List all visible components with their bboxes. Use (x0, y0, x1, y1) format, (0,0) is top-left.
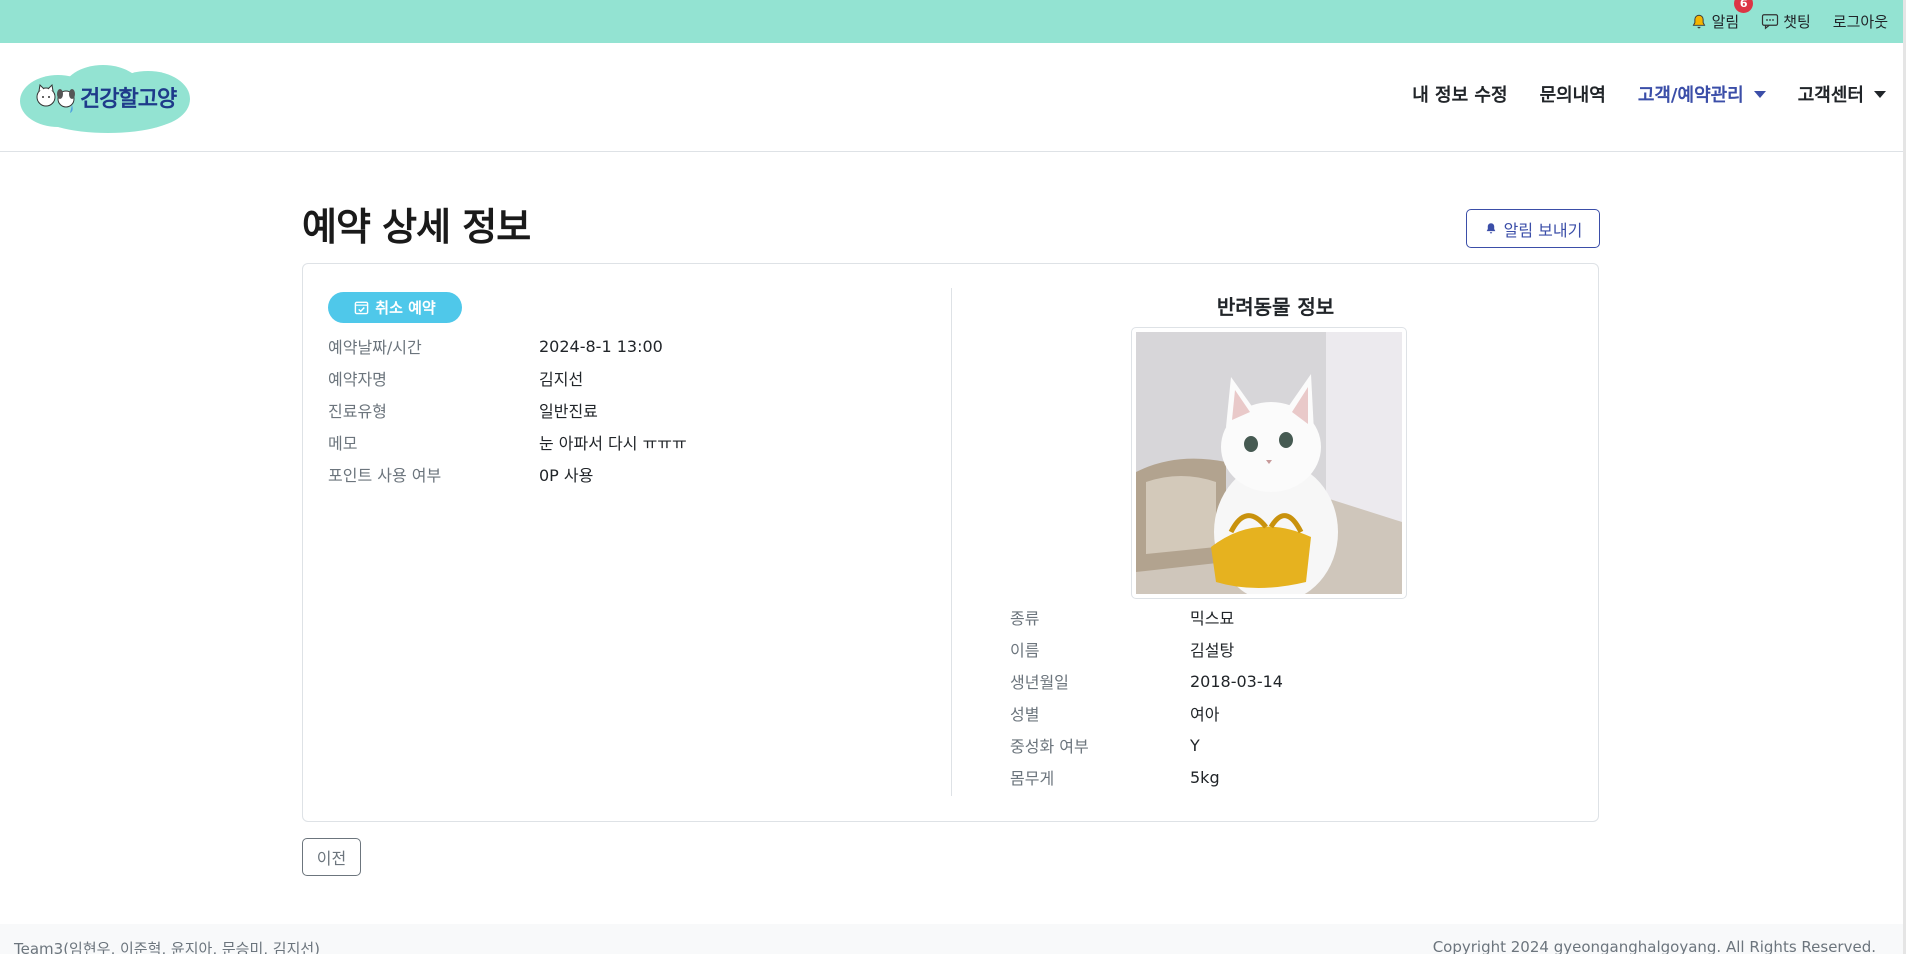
chat-label: 챗팅 (1783, 13, 1811, 31)
nav-edit-profile[interactable]: 내 정보 수정 (1412, 81, 1507, 107)
row-label: 성별 (1010, 705, 1040, 724)
row-label: 생년월일 (1010, 673, 1069, 692)
pet-info-title: 반려동물 정보 (1216, 295, 1335, 319)
logo-text: 건강할고양 (80, 87, 177, 112)
logout-link[interactable]: 로그아웃 (1833, 11, 1888, 32)
row-value: Y (1190, 735, 1200, 755)
row-label: 이름 (1010, 641, 1040, 660)
pet-row: 성별 여아 (1010, 697, 1570, 729)
column-divider (951, 288, 952, 796)
cat-photo-icon (1136, 332, 1402, 594)
row-value: 믹스묘 (1190, 609, 1235, 628)
page-title: 예약 상세 정보 (302, 205, 531, 249)
row-label: 포인트 사용 여부 (328, 466, 442, 485)
pet-photo (1131, 327, 1407, 599)
row-label: 메모 (328, 434, 358, 453)
pet-row: 중성화 여부 Y (1010, 729, 1570, 761)
main-nav: 내 정보 수정 문의내역 고객/예약관리 고객센터 (1412, 81, 1886, 107)
row-value: 눈 아파서 다시 ㅠㅠㅠ (539, 434, 687, 453)
status-badge: 취소 예약 (328, 292, 462, 323)
nav-label: 내 정보 수정 (1412, 85, 1508, 106)
footer-copyright: Copyright 2024 gyeonganghalgoyang. All R… (1432, 938, 1876, 954)
back-button[interactable]: 이전 (302, 838, 361, 876)
footer-team: Team3(임현우, 이준혁, 윤지아, 문승미, 김지선) (14, 940, 321, 954)
row-label: 종류 (1010, 609, 1040, 628)
row-label: 예약자명 (328, 370, 387, 389)
site-header: 건강할고양 내 정보 수정 문의내역 고객/예약관리 고객센터 (0, 43, 1906, 152)
row-label: 예약날짜/시간 (328, 338, 422, 357)
row-value: 2018-03-14 (1190, 671, 1283, 691)
row-value: 2024-8-1 13:00 (539, 336, 663, 356)
chat-icon (1762, 14, 1779, 30)
nav-label: 고객센터 (1797, 85, 1864, 106)
row-value: 5kg (1190, 767, 1220, 787)
alarm-label: 알림 (1711, 13, 1740, 31)
row-label: 진료유형 (328, 402, 387, 421)
status-label: 취소 예약 (375, 299, 436, 317)
row-value: 일반진료 (539, 402, 598, 421)
row-label: 중성화 여부 (1010, 737, 1089, 756)
row-value: 김지선 (539, 370, 584, 389)
row-value: 김설탕 (1190, 641, 1235, 660)
nav-label: 고객/예약관리 (1637, 85, 1744, 106)
reservation-row: 진료유형 일반진료 (328, 394, 928, 426)
reservation-row: 예약날짜/시간 2024-8-1 13:00 (328, 330, 928, 362)
pet-row: 생년월일 2018-03-14 (1010, 665, 1570, 697)
row-value: 0P 사용 (539, 466, 594, 485)
site-logo[interactable]: 건강할고양 (18, 61, 193, 136)
nav-label: 문의내역 (1539, 85, 1606, 106)
row-value: 여아 (1190, 705, 1220, 724)
reservation-row: 예약자명 김지선 (328, 362, 928, 394)
pet-row: 종류 믹스묘 (1010, 601, 1570, 633)
send-notification-button[interactable]: 알림 보내기 (1466, 209, 1600, 248)
nav-support[interactable]: 고객센터 (1798, 81, 1886, 107)
site-footer: Team3(임현우, 이준혁, 윤지아, 문승미, 김지선) Copyright… (0, 924, 1906, 954)
pet-info-list: 종류 믹스묘 이름 김설탕 생년월일 2018-03-14 성별 여아 중성화 … (1010, 601, 1570, 793)
logout-label: 로그아웃 (1832, 13, 1888, 31)
reservation-row: 포인트 사용 여부 0P 사용 (328, 458, 928, 490)
row-label: 몸무게 (1010, 769, 1055, 788)
chat-link[interactable]: 챗팅 (1761, 11, 1811, 32)
top-utility-bar: 알림 6 챗팅 로그아웃 (0, 0, 1906, 43)
reservation-detail-card: 취소 예약 예약날짜/시간 2024-8-1 13:00 예약자명 김지선 진료… (302, 263, 1599, 822)
caret-down-icon (1753, 90, 1766, 98)
alarm-link[interactable]: 알림 6 (1690, 0, 1754, 32)
bell-icon (1692, 14, 1705, 28)
notify-label: 알림 보내기 (1503, 220, 1583, 240)
reservation-info-list: 예약날짜/시간 2024-8-1 13:00 예약자명 김지선 진료유형 일반진… (328, 330, 928, 490)
caret-down-icon (1874, 90, 1886, 98)
pet-row: 이름 김설탕 (1010, 633, 1570, 665)
alarm-count-badge: 6 (1734, 0, 1754, 13)
bell-icon (1486, 223, 1495, 234)
pet-row: 몸무게 5kg (1010, 761, 1570, 793)
nav-inquiries[interactable]: 문의내역 (1540, 81, 1606, 107)
calendar-check-icon (354, 301, 369, 315)
reservation-row: 메모 눈 아파서 다시 ㅠㅠㅠ (328, 426, 928, 458)
nav-customer-reservation[interactable]: 고객/예약관리 (1638, 81, 1766, 107)
